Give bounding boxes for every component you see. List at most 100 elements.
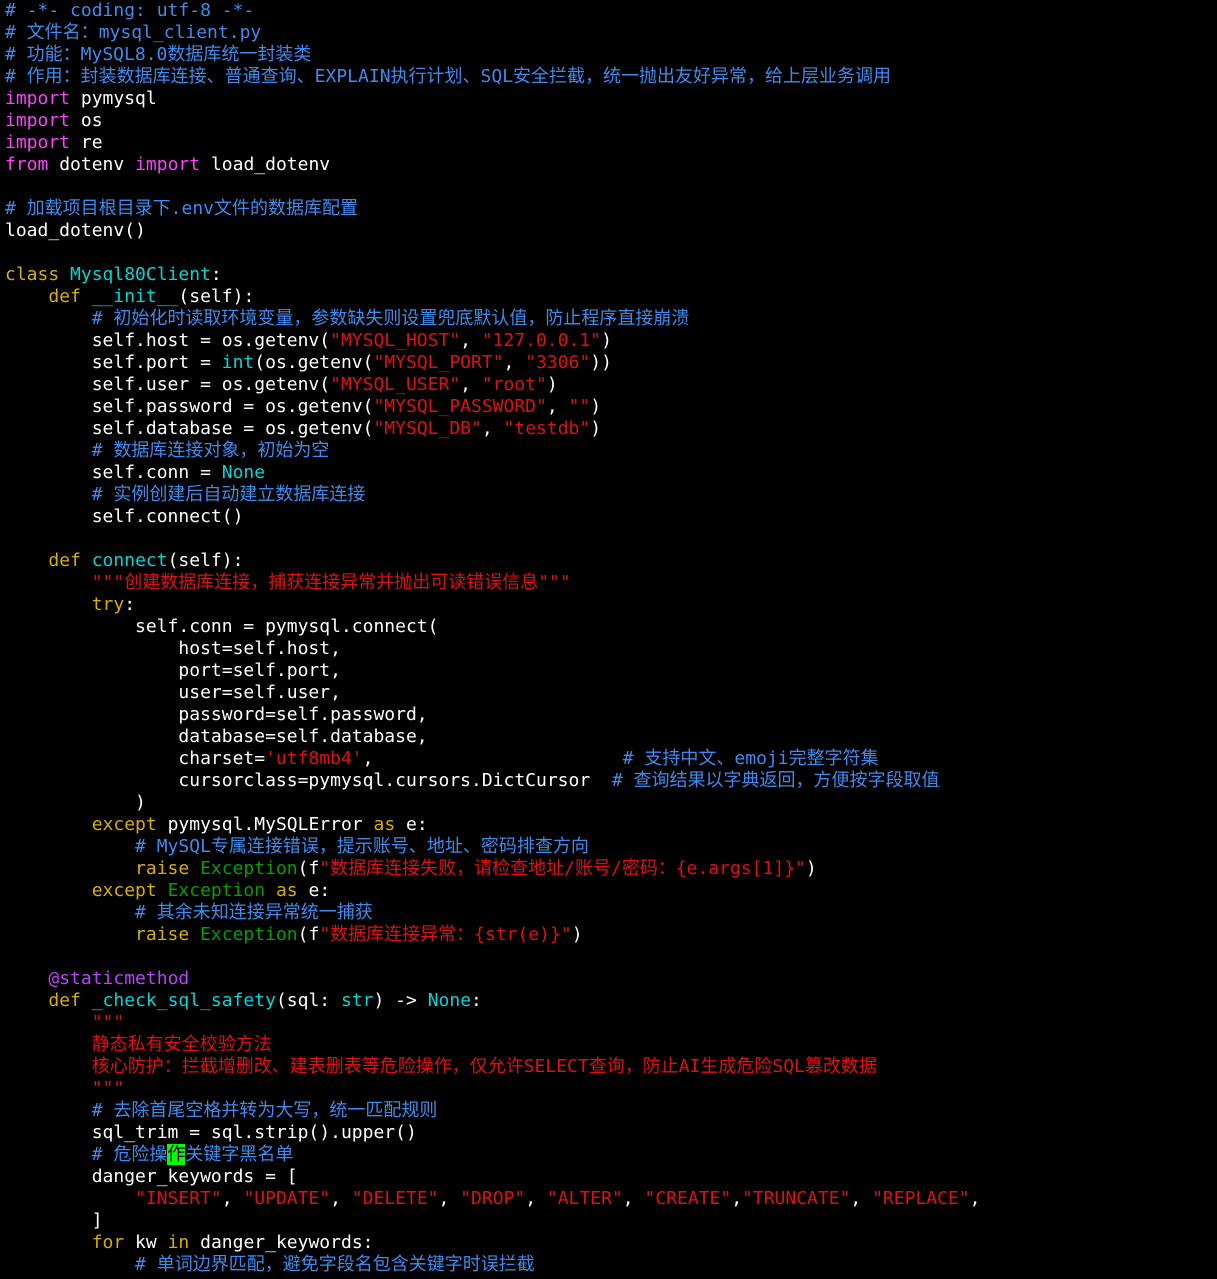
code-line[interactable]: try: xyxy=(0,594,1217,616)
code-line[interactable]: danger_keywords = [ xyxy=(0,1166,1217,1188)
code-line[interactable]: 静态私有安全校验方法 xyxy=(0,1034,1217,1056)
code-line[interactable]: @staticmethod xyxy=(0,968,1217,990)
code-token: self.user = os.getenv( xyxy=(5,374,331,395)
code-line[interactable]: # 初始化时读取环境变量，参数缺失则设置兜底默认值，防止程序直接崩溃 xyxy=(0,308,1217,330)
code-line[interactable]: self.user = os.getenv("MYSQL_USER", "roo… xyxy=(0,374,1217,396)
code-token: (self): xyxy=(178,286,255,307)
code-line[interactable]: class Mysql80Client: xyxy=(0,264,1217,286)
code-line[interactable]: raise Exception(f"数据库连接失败，请检查地址/账号/密码：{e… xyxy=(0,858,1217,880)
code-token: (self): xyxy=(167,550,244,571)
code-line[interactable]: host=self.host, xyxy=(0,638,1217,660)
code-token: "MYSQL_DB" xyxy=(373,418,482,439)
code-editor[interactable]: # -*- coding: utf-8 -*- # 文件名：mysql_clien… xyxy=(0,0,1217,1279)
code-token: connect xyxy=(91,550,168,571)
code-line[interactable]: ] xyxy=(0,1210,1217,1232)
code-line[interactable]: 核心防护：拦截增删改、建表删表等危险操作，仅允许SELECT查询，防止AI生成危… xyxy=(0,1056,1217,1078)
code-line[interactable]: """创建数据库连接，捕获连接异常并抛出可读错误信息""" xyxy=(0,572,1217,594)
code-line[interactable]: # 功能：MySQL8.0数据库统一封装类 xyxy=(0,44,1217,66)
code-token: None xyxy=(221,462,266,483)
code-line[interactable]: "INSERT", "UPDATE", "DELETE", "DROP", "A… xyxy=(0,1188,1217,1210)
code-line[interactable]: self.connect() xyxy=(0,506,1217,528)
code-token: ) xyxy=(5,792,146,813)
code-token: port=self.port, xyxy=(5,660,341,681)
code-token: import xyxy=(5,88,71,109)
code-line[interactable]: database=self.database, xyxy=(0,726,1217,748)
code-token: "" xyxy=(568,396,591,417)
code-line[interactable]: """ xyxy=(0,1012,1217,1034)
code-line[interactable]: # 单词边界匹配，避免字段名包含关键字时误拦截 xyxy=(0,1254,1217,1276)
code-line[interactable]: user=self.user, xyxy=(0,682,1217,704)
code-token: (f xyxy=(297,924,320,945)
code-line[interactable]: # 实例创建后自动建立数据库连接 xyxy=(0,484,1217,506)
code-token: for xyxy=(91,1232,125,1253)
code-token: # 作用：封装数据库连接、普通查询、EXPLAIN执行计划、SQL安全拦截，统一… xyxy=(5,66,892,87)
code-line[interactable]: self.password = os.getenv("MYSQL_PASSWOR… xyxy=(0,396,1217,418)
code-line[interactable] xyxy=(0,242,1217,264)
code-token: danger_keywords = [ xyxy=(5,1166,298,1187)
code-line[interactable]: self.database = os.getenv("MYSQL_DB", "t… xyxy=(0,418,1217,440)
code-line[interactable]: raise Exception(f"数据库连接异常：{str(e)}") xyxy=(0,924,1217,946)
code-line[interactable]: for kw in danger_keywords: xyxy=(0,1232,1217,1254)
code-token: class xyxy=(5,264,60,285)
code-line[interactable]: import re xyxy=(0,132,1217,154)
code-token: def xyxy=(48,550,81,571)
code-line[interactable]: # 作用：封装数据库连接、普通查询、EXPLAIN执行计划、SQL安全拦截，统一… xyxy=(0,66,1217,88)
code-line[interactable]: self.host = os.getenv("MYSQL_HOST", "127… xyxy=(0,330,1217,352)
code-line[interactable]: cursorclass=pymysql.cursors.DictCursor #… xyxy=(0,770,1217,792)
code-token: "UPDATE" xyxy=(243,1188,331,1209)
code-line[interactable]: load_dotenv() xyxy=(0,220,1217,242)
code-line[interactable]: """ xyxy=(0,1078,1217,1100)
code-token: Exception xyxy=(200,858,298,879)
code-token: in xyxy=(167,1232,190,1253)
code-line[interactable]: self.port = int(os.getenv("MYSQL_PORT", … xyxy=(0,352,1217,374)
code-line[interactable]: from dotenv import load_dotenv xyxy=(0,154,1217,176)
code-token: # 文件名： xyxy=(5,22,99,43)
code-line[interactable]: # 文件名：mysql_client.py xyxy=(0,22,1217,44)
code-token: user=self.user, xyxy=(5,682,341,703)
code-line[interactable]: # 危险操作关键字黑名单 xyxy=(0,1144,1217,1166)
code-token: ) xyxy=(590,396,602,417)
code-line[interactable]: except pymysql.MySQLError as e: xyxy=(0,814,1217,836)
code-token: "MYSQL_PORT" xyxy=(373,352,504,373)
code-line[interactable] xyxy=(0,946,1217,968)
code-line[interactable] xyxy=(0,528,1217,550)
code-line[interactable]: import pymysql xyxy=(0,88,1217,110)
code-line[interactable]: # 去除首尾空格并转为大写，统一匹配规则 xyxy=(0,1100,1217,1122)
code-token: , xyxy=(330,1188,352,1209)
code-token: ) xyxy=(601,330,612,351)
code-line[interactable] xyxy=(0,176,1217,198)
code-token: , xyxy=(221,1188,244,1209)
code-token: , xyxy=(460,374,482,395)
code-line[interactable]: charset='utf8mb4', # 支持中文、emoji完整字符集 xyxy=(0,748,1217,770)
code-token: # MySQL专属连接错误，提示账号、地址、密码排查方向 xyxy=(135,836,589,857)
code-token: self.database = os.getenv( xyxy=(5,418,374,439)
code-line[interactable]: password=self.password, xyxy=(0,704,1217,726)
code-line[interactable]: self.conn = None xyxy=(0,462,1217,484)
code-line[interactable]: port=self.port, xyxy=(0,660,1217,682)
code-line[interactable]: sql_trim = sql.strip().upper() xyxy=(0,1122,1217,1144)
code-line[interactable]: # MySQL专属连接错误，提示账号、地址、密码排查方向 xyxy=(0,836,1217,858)
code-line[interactable]: # 其余未知连接异常统一捕获 xyxy=(0,902,1217,924)
code-line[interactable]: except Exception as e: xyxy=(0,880,1217,902)
code-line[interactable]: self.conn = pymysql.connect( xyxy=(0,616,1217,638)
code-token: , xyxy=(546,396,569,417)
code-line[interactable]: def _check_sql_safety(sql: str) -> None: xyxy=(0,990,1217,1012)
code-line[interactable]: # 数据库连接对象，初始为空 xyxy=(0,440,1217,462)
code-line[interactable]: # 加载项目根目录下.env文件的数据库配置 xyxy=(0,198,1217,220)
code-line[interactable]: def __init__(self): xyxy=(0,286,1217,308)
code-line[interactable]: def connect(self): xyxy=(0,550,1217,572)
code-token: # 加载项目根目录下.env文件的数据库配置 xyxy=(5,198,359,219)
code-line[interactable]: ) xyxy=(0,792,1217,814)
code-token: @staticmethod xyxy=(48,968,190,989)
code-token: os xyxy=(70,110,103,131)
code-line[interactable]: import os xyxy=(0,110,1217,132)
code-line[interactable]: # -*- coding: utf-8 -*- xyxy=(0,0,1217,22)
code-token: pymysql.MySQLError xyxy=(156,814,374,835)
